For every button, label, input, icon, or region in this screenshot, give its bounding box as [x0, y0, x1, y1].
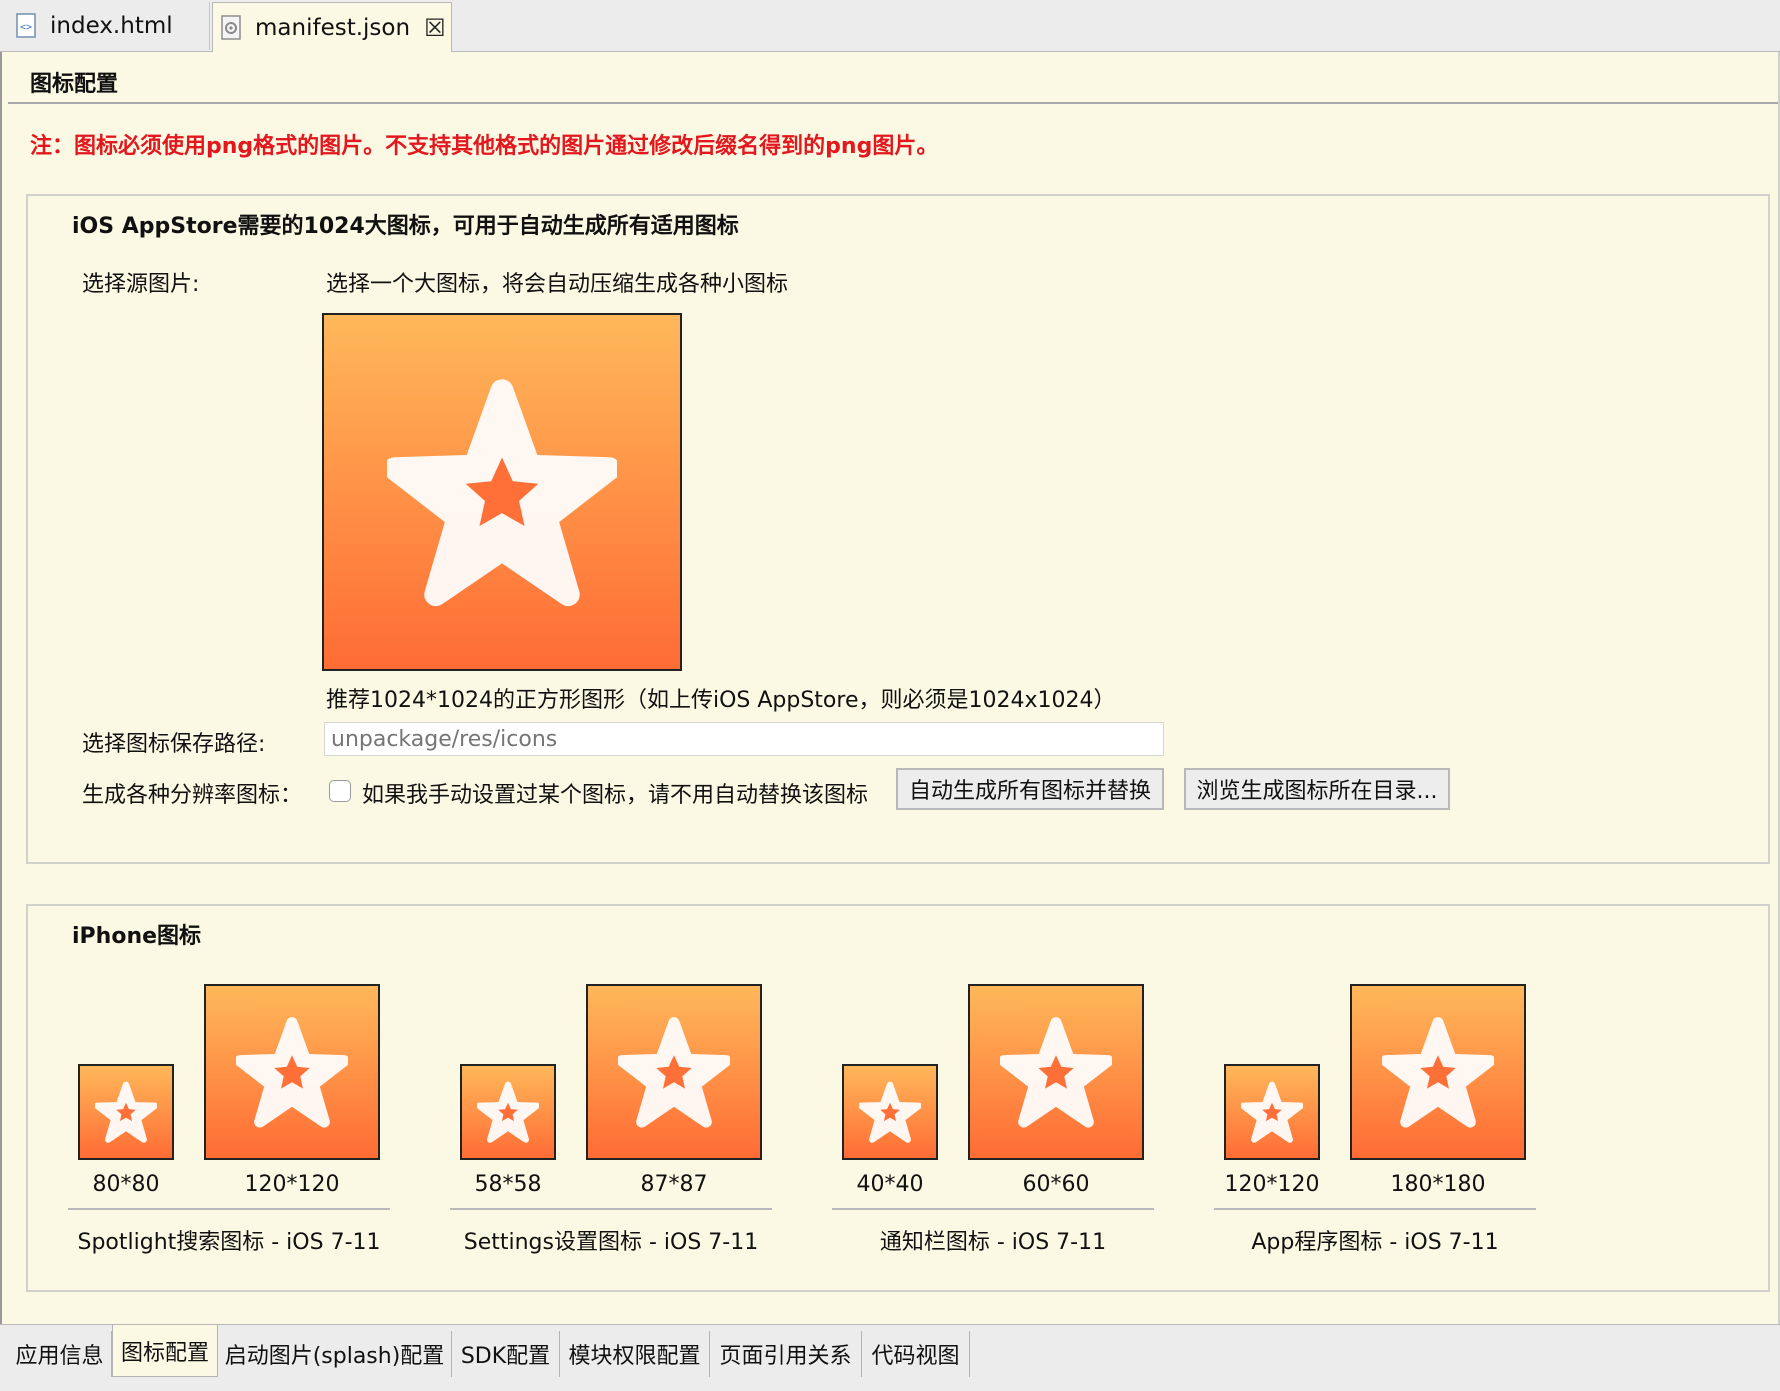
star-logo-icon [387, 377, 617, 607]
html-file-icon: <> [14, 12, 40, 40]
star-logo-icon [477, 1081, 539, 1143]
icon-size-label: 120*120 [1224, 1172, 1320, 1197]
appstore-icon-group [26, 194, 1770, 864]
icon-size-label: 120*120 [244, 1172, 340, 1197]
icon-slot-large[interactable] [968, 984, 1144, 1160]
tab-code-view[interactable]: 代码视图 [862, 1331, 970, 1377]
warning-note: 注：图标必须使用png格式的图片。不支持其他格式的图片通过修改后缀名得到的png… [30, 134, 939, 159]
icon-slot-large[interactable] [204, 984, 380, 1160]
tab-splash-config[interactable]: 启动图片(splash)配置 [218, 1331, 452, 1377]
icon-slot-small[interactable] [78, 1064, 174, 1160]
no-replace-checkbox[interactable] [329, 780, 351, 802]
star-logo-icon [95, 1081, 157, 1143]
source-image-preview[interactable] [322, 313, 682, 671]
icon-size-label: 87*87 [640, 1172, 708, 1197]
icon-size-label: 180*180 [1390, 1172, 1486, 1197]
icon-slot-small[interactable] [1224, 1064, 1320, 1160]
save-path-label: 选择图标保存路径: [82, 732, 266, 757]
star-logo-icon [859, 1081, 921, 1143]
tab-page-references[interactable]: 页面引用关系 [710, 1331, 862, 1377]
icon-size-label: 40*40 [856, 1172, 924, 1197]
group-divider [68, 1208, 390, 1210]
icon-group-name: App程序图标 - iOS 7-11 [1251, 1230, 1499, 1255]
divider [8, 102, 1778, 104]
tab-app-info[interactable]: 应用信息 [8, 1331, 112, 1377]
icon-size-label: 80*80 [92, 1172, 160, 1197]
close-icon[interactable]: ☒ [424, 14, 446, 42]
tab-label: index.html [50, 13, 173, 39]
star-logo-icon [618, 1016, 730, 1128]
icon-group-name: Spotlight搜索图标 - iOS 7-11 [77, 1230, 381, 1255]
page-title: 图标配置 [30, 72, 119, 97]
page-tab-bar: 应用信息 图标配置 启动图片(splash)配置 SDK配置 模块权限配置 页面… [0, 1324, 1780, 1391]
source-image-hint: 选择一个大图标，将会自动压缩生成各种小图标 [326, 272, 789, 297]
star-logo-icon [1241, 1081, 1303, 1143]
tab-index-html[interactable]: <> index.html [8, 2, 210, 50]
icon-group-name: Settings设置图标 - iOS 7-11 [463, 1230, 759, 1255]
tab-sdk-config[interactable]: SDK配置 [452, 1331, 560, 1377]
icon-slot-small[interactable] [460, 1064, 556, 1160]
editor-tab-bar: <> index.html manifest.json ☒ [0, 0, 1780, 52]
tab-icon-config[interactable]: 图标配置 [112, 1325, 218, 1377]
tab-label: manifest.json [255, 14, 411, 41]
icon-size-label: 60*60 [1022, 1172, 1090, 1197]
tab-manifest-json[interactable]: manifest.json ☒ [212, 2, 452, 52]
no-replace-checkbox-label: 如果我手动设置过某个图标，请不用自动替换该图标 [362, 783, 869, 808]
icon-slot-small[interactable] [842, 1064, 938, 1160]
appstore-group-title: iOS AppStore需要的1024大图标，可用于自动生成所有适用图标 [72, 214, 739, 239]
iphone-group-title: iPhone图标 [72, 924, 202, 949]
json-file-icon [219, 14, 245, 42]
browse-folder-button[interactable]: 浏览生成图标所在目录... [1184, 768, 1450, 810]
source-image-label: 选择源图片: [82, 272, 200, 297]
recommend-text: 推荐1024*1024的正方形图形（如上传iOS AppStore，则必须是10… [326, 688, 1116, 713]
group-divider [832, 1208, 1154, 1210]
group-divider [450, 1208, 772, 1210]
icon-group-name: 通知栏图标 - iOS 7-11 [879, 1230, 1107, 1255]
icon-slot-large[interactable] [586, 984, 762, 1160]
tab-module-permissions[interactable]: 模块权限配置 [560, 1331, 710, 1377]
star-logo-icon [1382, 1016, 1494, 1128]
svg-text:<>: <> [20, 22, 32, 33]
icon-slot-large[interactable] [1350, 984, 1526, 1160]
generate-replace-button[interactable]: 自动生成所有图标并替换 [896, 768, 1164, 810]
icon-size-label: 58*58 [474, 1172, 542, 1197]
star-logo-icon [1000, 1016, 1112, 1128]
group-divider [1214, 1208, 1536, 1210]
star-logo-icon [236, 1016, 348, 1128]
generate-label: 生成各种分辨率图标： [82, 783, 303, 808]
save-path-input[interactable] [324, 722, 1164, 756]
